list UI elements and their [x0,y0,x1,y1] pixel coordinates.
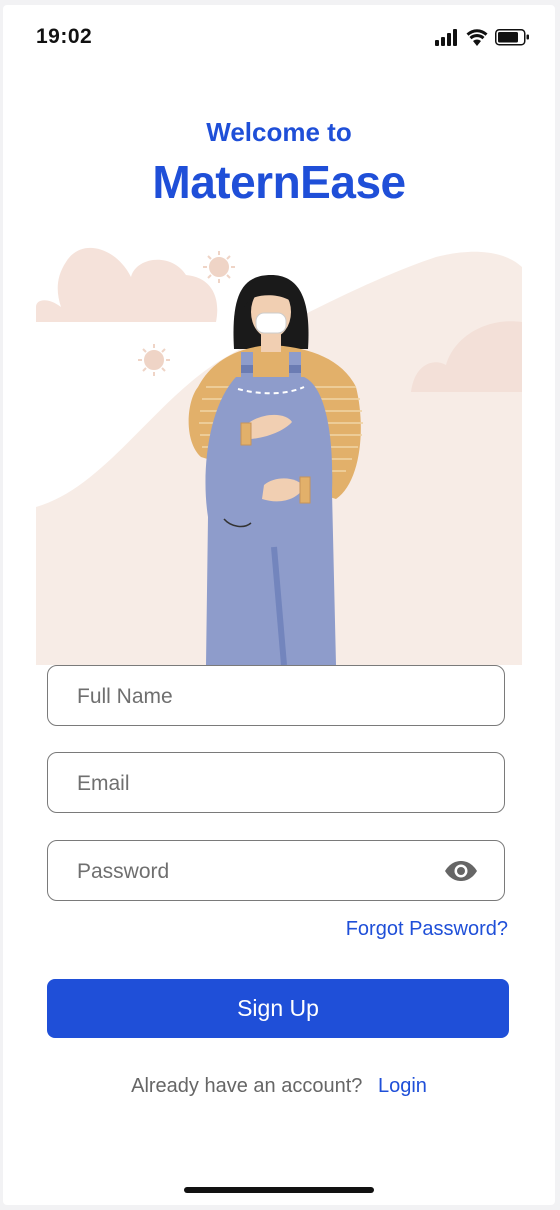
welcome-text: Welcome to [206,117,352,147]
status-time: 19:02 [36,25,93,48]
full-name-field[interactable] [47,665,505,727]
home-indicator [184,1187,374,1193]
app-title: MaternEase [152,156,406,208]
virus-icon [138,344,170,376]
sign-up-button[interactable]: Sign Up [47,979,509,1038]
full-name-input[interactable] [75,666,459,727]
virus-icon [203,251,235,283]
battery-icon [495,29,529,46]
wifi-icon [466,29,488,46]
cloud-left [36,247,218,322]
signal-icon [435,29,457,46]
login-prompt: Already have an account? Login [3,1075,555,1098]
face-mask [255,312,287,334]
status-bar: 19:02 [3,5,555,65]
status-icons [435,29,529,46]
forgot-password-link[interactable]: Forgot Password? [346,918,508,941]
pregnant-woman-illustration [36,247,522,665]
eye-icon[interactable] [444,860,478,882]
signup-screen: 19:02 Welcome to MaternEase Full Name Em… [3,5,555,1205]
account-question: Already have an account? [131,1075,363,1097]
login-link[interactable]: Login [378,1075,427,1097]
password-input[interactable] [75,841,459,902]
password-field[interactable] [47,840,505,902]
email-field[interactable] [47,752,505,814]
email-input[interactable] [75,753,459,814]
